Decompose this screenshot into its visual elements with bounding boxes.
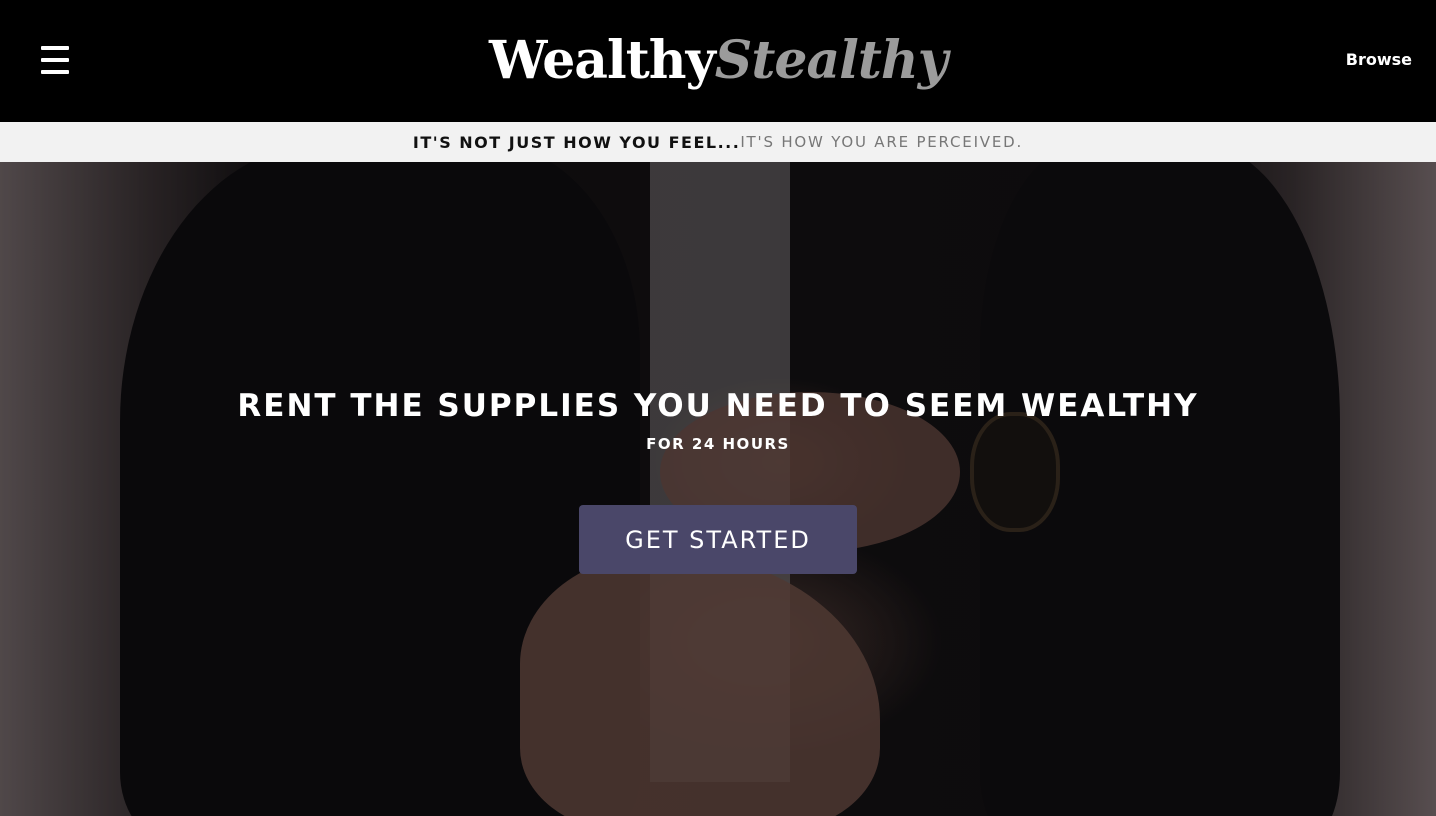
site-logo[interactable]: Wealthy Stealthy xyxy=(489,30,948,91)
menu-bar xyxy=(41,46,69,50)
hamburger-menu-icon[interactable] xyxy=(41,46,69,74)
site-header: Wealthy Stealthy Browse xyxy=(0,0,1436,122)
logo-wealthy: Wealthy xyxy=(489,30,716,91)
logo-stealthy: Stealthy xyxy=(714,30,948,91)
menu-bar xyxy=(41,70,69,74)
hero-section: Rent the supplies you need to seem wealt… xyxy=(0,162,1436,816)
tagline-light: it's how you are perceived. xyxy=(740,133,1024,151)
get-started-button[interactable]: Get Started xyxy=(579,505,857,575)
tagline-bar: It's not just how you feel... it's how yo… xyxy=(0,122,1436,162)
hero-content: Rent the supplies you need to seem wealt… xyxy=(0,388,1436,575)
tagline-bold: It's not just how you feel... xyxy=(412,132,741,152)
hero-headline: Rent the supplies you need to seem wealt… xyxy=(237,388,1199,424)
menu-bar xyxy=(41,58,69,62)
browse-link[interactable]: Browse xyxy=(1346,50,1412,69)
hero-subhead: For 24 hours xyxy=(646,435,790,454)
